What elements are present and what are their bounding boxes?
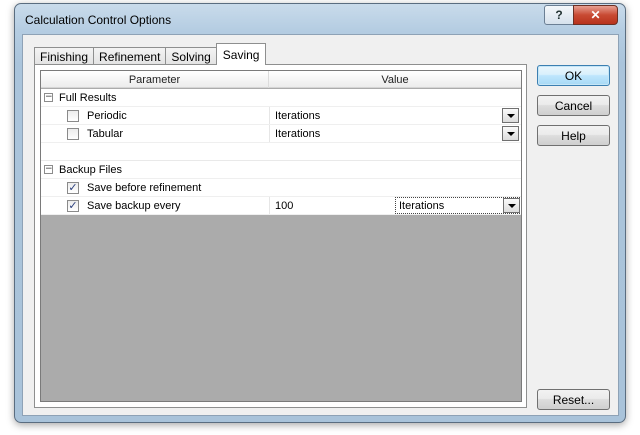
ok-button[interactable]: OK (537, 65, 610, 86)
group-row-backup-files: − Backup Files (41, 161, 521, 179)
param-label: Periodic (87, 110, 127, 122)
param-label: Tabular (87, 128, 124, 140)
periodic-checkbox[interactable] (67, 110, 79, 122)
tab-strip: Finishing Refinement Solving Saving (34, 43, 267, 65)
chevron-down-icon[interactable] (502, 126, 519, 141)
help-button[interactable]: Help (537, 125, 610, 146)
property-grid: Parameter Value − Full Results Periodic … (40, 70, 522, 402)
backup-unit-dropdown[interactable]: Iterations (395, 197, 521, 214)
group-row-full-results: − Full Results (41, 89, 521, 107)
close-icon: ✕ (590, 8, 601, 22)
param-row-periodic: Periodic Iterations (41, 107, 521, 125)
param-label: Save before refinement (87, 182, 202, 194)
param-row-tabular: Tabular Iterations (41, 125, 521, 143)
group-label: Backup Files (59, 164, 122, 176)
dialog-window: Calculation Control Options ? ✕ Finishin… (14, 3, 626, 423)
periodic-value-dropdown[interactable]: Iterations (269, 107, 521, 124)
dialog-client-area: Finishing Refinement Solving Saving Para… (22, 34, 619, 416)
collapse-icon[interactable]: − (44, 165, 53, 174)
blank-row (41, 143, 521, 161)
param-label: Save backup every (87, 200, 181, 212)
title-bar[interactable]: Calculation Control Options ? ✕ (15, 4, 625, 34)
question-mark-icon: ? (555, 8, 563, 22)
cancel-button[interactable]: Cancel (537, 95, 610, 116)
param-row-save-before-refinement: ✓ Save before refinement (41, 179, 521, 197)
tab-finishing[interactable]: Finishing (34, 47, 95, 65)
group-label: Full Results (59, 92, 117, 104)
param-row-save-backup-every: ✓ Save backup every 100 Iterations (41, 197, 521, 215)
grid-header: Parameter Value (41, 71, 521, 88)
collapse-icon[interactable]: − (44, 93, 53, 102)
dropdown-value: Iterations (275, 128, 321, 140)
backup-interval-input[interactable]: 100 (275, 200, 293, 212)
value-column-header[interactable]: Value (269, 71, 521, 88)
saving-tab-panel: Parameter Value − Full Results Periodic … (34, 64, 527, 408)
reset-button[interactable]: Reset... (537, 389, 610, 410)
dropdown-value: Iterations (399, 200, 445, 212)
close-button[interactable]: ✕ (573, 5, 618, 25)
tab-saving[interactable]: Saving (215, 43, 267, 65)
tabular-value-dropdown[interactable]: Iterations (269, 125, 521, 142)
grid-rows: − Full Results Periodic Iterations Tabul… (41, 89, 521, 215)
parameter-column-header[interactable]: Parameter (41, 71, 269, 88)
save-backup-every-checkbox[interactable]: ✓ (67, 200, 79, 212)
chevron-down-icon[interactable] (503, 198, 520, 213)
backup-interval-cell: 100 Iterations (269, 197, 521, 214)
tab-refinement[interactable]: Refinement (93, 47, 167, 65)
dropdown-value: Iterations (275, 110, 321, 122)
tabular-checkbox[interactable] (67, 128, 79, 140)
tab-solving[interactable]: Solving (165, 47, 217, 65)
window-title: Calculation Control Options (25, 13, 172, 27)
save-before-refinement-checkbox[interactable]: ✓ (67, 182, 79, 194)
help-caption-button[interactable]: ? (544, 5, 574, 25)
chevron-down-icon[interactable] (502, 108, 519, 123)
